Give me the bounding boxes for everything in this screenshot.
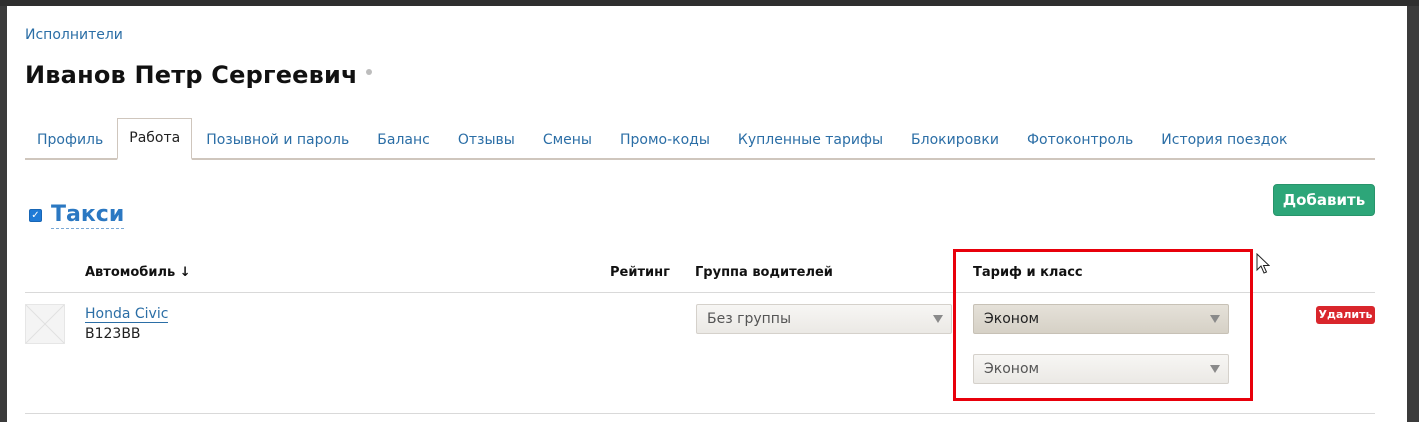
tab-promo-codes[interactable]: Промо-коды [606,120,724,160]
add-button[interactable]: Добавить [1273,184,1375,216]
tab-photo-control[interactable]: Фотоконтроль [1013,120,1147,160]
tab-work[interactable]: Работа [117,118,193,160]
delete-button[interactable]: Удалить [1316,306,1375,324]
car-plate: В123ВВ [85,326,141,342]
car-name-link[interactable]: Honda Civic [85,306,169,323]
table-row-divider [25,413,1375,414]
section-header-taxi: ✓ Такси [29,202,125,229]
column-header-rating: Рейтинг [610,265,670,280]
taxi-checkbox[interactable]: ✓ [29,209,42,222]
section-title-taxi[interactable]: Такси [51,202,125,229]
car-photo-placeholder-icon [25,304,65,344]
tab-reviews[interactable]: Отзывы [444,120,529,160]
page-title: Иванов Петр Сергеевич [25,61,358,89]
tab-trip-history[interactable]: История поездок [1147,120,1301,160]
tab-blocks[interactable]: Блокировки [897,120,1013,160]
tab-purchased-tariffs[interactable]: Купленные тарифы [724,120,897,160]
mouse-cursor-icon [1256,253,1270,274]
tab-shifts[interactable]: Смены [529,120,606,160]
driver-card-panel: Исполнители Иванов Петр Сергеевич Профил… [7,6,1407,422]
tab-callsign-password[interactable]: Позывной и пароль [192,120,363,160]
tab-profile[interactable]: Профиль [25,120,117,160]
breadcrumb-performers[interactable]: Исполнители [25,27,123,43]
driver-group-select[interactable]: Без группы [696,304,952,334]
chevron-down-icon [933,315,943,323]
column-header-driver-group: Группа водителей [695,265,833,280]
title-row: Иванов Петр Сергеевич [25,61,372,89]
driver-group-select-value: Без группы [707,311,791,327]
highlight-annotation-box [953,249,1253,401]
tab-balance[interactable]: Баланс [363,120,444,160]
tab-bar: Профиль Работа Позывной и пароль Баланс … [25,116,1375,160]
status-dot-icon [365,69,372,75]
column-header-car[interactable]: Автомобиль ↓ [85,265,191,280]
checkmark-icon: ✓ [31,209,40,221]
